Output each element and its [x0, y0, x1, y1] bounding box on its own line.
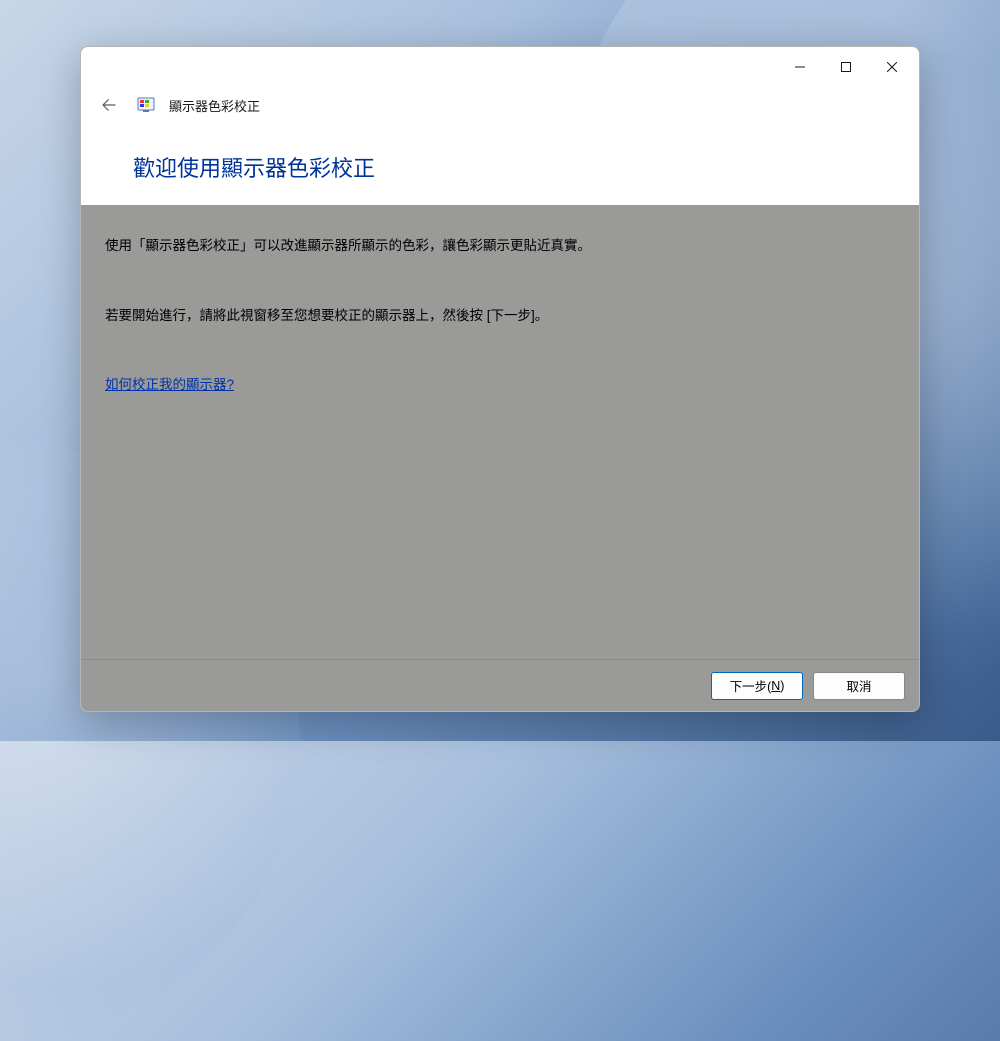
- next-button-key: N: [771, 679, 780, 693]
- intro-text-1: 使用「顯示器色彩校正」可以改進顯示器所顯示的色彩，讓色彩顯示更貼近真實。: [105, 235, 895, 257]
- cancel-button[interactable]: 取消: [813, 672, 905, 700]
- content-area: 使用「顯示器色彩校正」可以改進顯示器所顯示的色彩，讓色彩顯示更貼近真實。 若要開…: [81, 205, 919, 659]
- heading-row: 歡迎使用顯示器色彩校正: [81, 131, 919, 205]
- close-icon: [887, 62, 897, 72]
- titlebar: [81, 47, 919, 87]
- dialog-window: 顯示器色彩校正 歡迎使用顯示器色彩校正 使用「顯示器色彩校正」可以改進顯示器所顯…: [80, 46, 920, 712]
- intro-text-2: 若要開始進行，請將此視窗移至您想要校正的顯示器上，然後按 [下一步]。: [105, 305, 895, 327]
- next-button[interactable]: 下一步(N): [711, 672, 803, 700]
- help-link[interactable]: 如何校正我的顯示器?: [105, 377, 234, 392]
- maximize-button[interactable]: [823, 51, 869, 83]
- next-button-prefix: 下一步(: [730, 676, 772, 695]
- arrow-left-icon: [100, 96, 118, 114]
- app-icon: [137, 96, 155, 114]
- back-button[interactable]: [95, 91, 123, 119]
- maximize-icon: [841, 62, 851, 72]
- header: 顯示器色彩校正: [81, 87, 919, 131]
- footer: 下一步(N) 取消: [81, 659, 919, 711]
- page-heading: 歡迎使用顯示器色彩校正: [133, 151, 919, 183]
- next-button-suffix: ): [780, 679, 784, 693]
- close-button[interactable]: [869, 51, 915, 83]
- minimize-button[interactable]: [777, 51, 823, 83]
- minimize-icon: [795, 62, 805, 72]
- app-title: 顯示器色彩校正: [169, 96, 260, 115]
